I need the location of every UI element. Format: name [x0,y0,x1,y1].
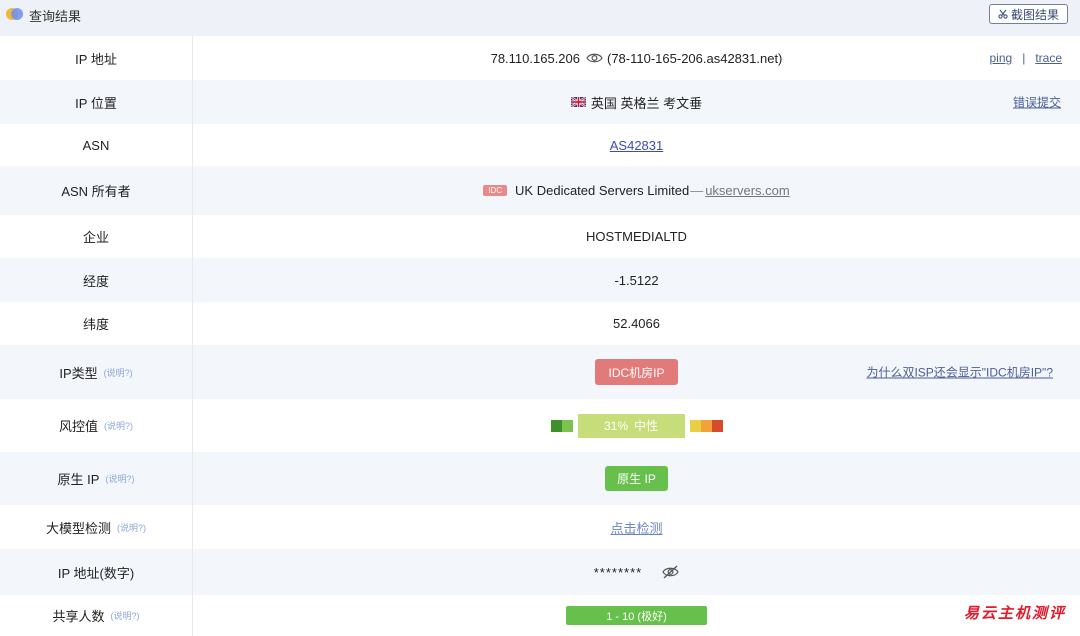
two-circle-logo-icon [6,8,24,20]
row-value: 点击检测 [193,505,1080,549]
row-risk: 风控值 (说明?) 31% 中性 [0,399,1080,452]
ip-type-badge: IDC机房IP [595,359,677,385]
row-llm-detection: 大模型检测 (说明?) 点击检测 [0,505,1080,549]
row-value: HOSTMEDIALTD [193,215,1080,258]
row-label-text: 共享人数 [52,606,104,625]
row-label: IP类型 (说明?) [0,345,193,399]
row-company: 企业 HOSTMEDIALTD [0,215,1080,258]
row-label-text: 原生 IP [58,469,100,488]
row-ip-location: IP 位置 英国 英格兰 考文垂 错误提交 [0,80,1080,124]
risk-score-bar: 31% 中性 [578,414,685,438]
scissors-icon [998,9,1008,19]
ip-numeric-masked: ******** [594,565,642,580]
row-label: 纬度 [0,302,193,345]
row-value: 原生 IP [193,452,1080,505]
row-label: 企业 [0,215,193,258]
help-link[interactable]: (说明?) [105,472,134,485]
row-label: 大模型检测 (说明?) [0,505,193,549]
watermark: 易云主机测评 [964,602,1066,623]
risk-level: 中性 [634,417,658,434]
eye-icon[interactable] [586,52,603,64]
row-label: 共享人数 (说明?) [0,595,193,636]
shared-users-bar: 1 - 10 (极好) [566,606,707,625]
row-label: IP 地址(数字) [0,549,193,595]
row-value: AS42831 [193,124,1080,166]
row-longitude: 经度 -1.5122 [0,258,1080,302]
row-label: 风控值 (说明?) [0,399,193,452]
ip-tools: ping | trace [990,51,1063,65]
tool-separator: | [1022,51,1025,65]
row-label-text: 大模型检测 [46,518,111,537]
row-shared-users: 共享人数 (说明?) 1 - 10 (极好) [0,595,1080,636]
row-value: ******** [193,549,1080,595]
row-label: IP 地址 [0,36,193,80]
risk-segment [701,420,712,432]
row-ip-numeric: IP 地址(数字) ******** [0,549,1080,595]
screenshot-button-label: 截图结果 [1011,6,1059,23]
row-value: 31% 中性 [193,399,1080,452]
row-value: IDC UK Dedicated Servers Limited — ukser… [193,166,1080,215]
trace-link[interactable]: trace [1035,51,1062,65]
llm-detect-link[interactable]: 点击检测 [610,518,662,537]
screenshot-button[interactable]: 截图结果 [989,4,1068,24]
row-label: ASN [0,124,193,166]
results-header: 查询结果 截图结果 [0,0,1080,36]
row-ip-address: IP 地址 78.110.165.206 (78-110-165-206.as4… [0,36,1080,80]
risk-segment [551,420,562,432]
row-value: 52.4066 [193,302,1080,345]
results-table: IP 地址 78.110.165.206 (78-110-165-206.as4… [0,36,1080,636]
row-label: IP 位置 [0,80,193,124]
asn-link[interactable]: AS42831 [610,138,664,153]
help-link[interactable]: (说明?) [104,419,133,432]
row-latitude: 纬度 52.4066 [0,302,1080,345]
row-asn-owner: ASN 所有者 IDC UK Dedicated Servers Limited… [0,166,1080,215]
ping-link[interactable]: ping [990,51,1013,65]
help-link[interactable]: (说明?) [111,609,140,622]
row-value: 英国 英格兰 考文垂 错误提交 [193,80,1080,124]
risk-segment [690,420,701,432]
risk-percent: 31% [604,419,628,433]
owner-dash: — [690,183,703,198]
ip-value: 78.110.165.206 [491,51,580,66]
native-ip-badge: 原生 IP [605,466,668,491]
row-asn: ASN AS42831 [0,124,1080,166]
help-link[interactable]: (说明?) [117,521,146,534]
row-ip-type: IP类型 (说明?) IDC机房IP 为什么双ISP还会显示"IDC机房IP"? [0,345,1080,399]
ip-type-faq-link[interactable]: 为什么双ISP还会显示"IDC机房IP"? [866,364,1053,381]
row-value: IDC机房IP 为什么双ISP还会显示"IDC机房IP"? [193,345,1080,399]
header-title: 查询结果 [29,6,81,25]
help-link[interactable]: (说明?) [104,366,133,379]
row-value: -1.5122 [193,258,1080,302]
row-label: ASN 所有者 [0,166,193,215]
row-value: 78.110.165.206 (78-110-165-206.as42831.n… [193,36,1080,80]
row-label-text: 风控值 [59,416,98,435]
asn-owner-name: UK Dedicated Servers Limited [515,183,689,198]
eye-slash-icon[interactable] [662,565,679,579]
risk-segment [562,420,573,432]
idc-tag: IDC [483,185,507,196]
row-value: 1 - 10 (极好) [193,595,1080,636]
row-label: 原生 IP (说明?) [0,452,193,505]
error-report-link[interactable]: 错误提交 [1013,94,1061,111]
uk-flag-icon [571,97,586,107]
owner-domain-link[interactable]: ukservers.com [705,183,790,198]
row-label: 经度 [0,258,193,302]
risk-meter: 31% 中性 [551,414,723,438]
location-value: 英国 英格兰 考文垂 [591,93,702,112]
ip-hostname: (78-110-165-206.as42831.net) [607,51,782,66]
risk-segment [712,420,723,432]
row-label-text: IP类型 [59,363,97,382]
row-native-ip: 原生 IP (说明?) 原生 IP [0,452,1080,505]
